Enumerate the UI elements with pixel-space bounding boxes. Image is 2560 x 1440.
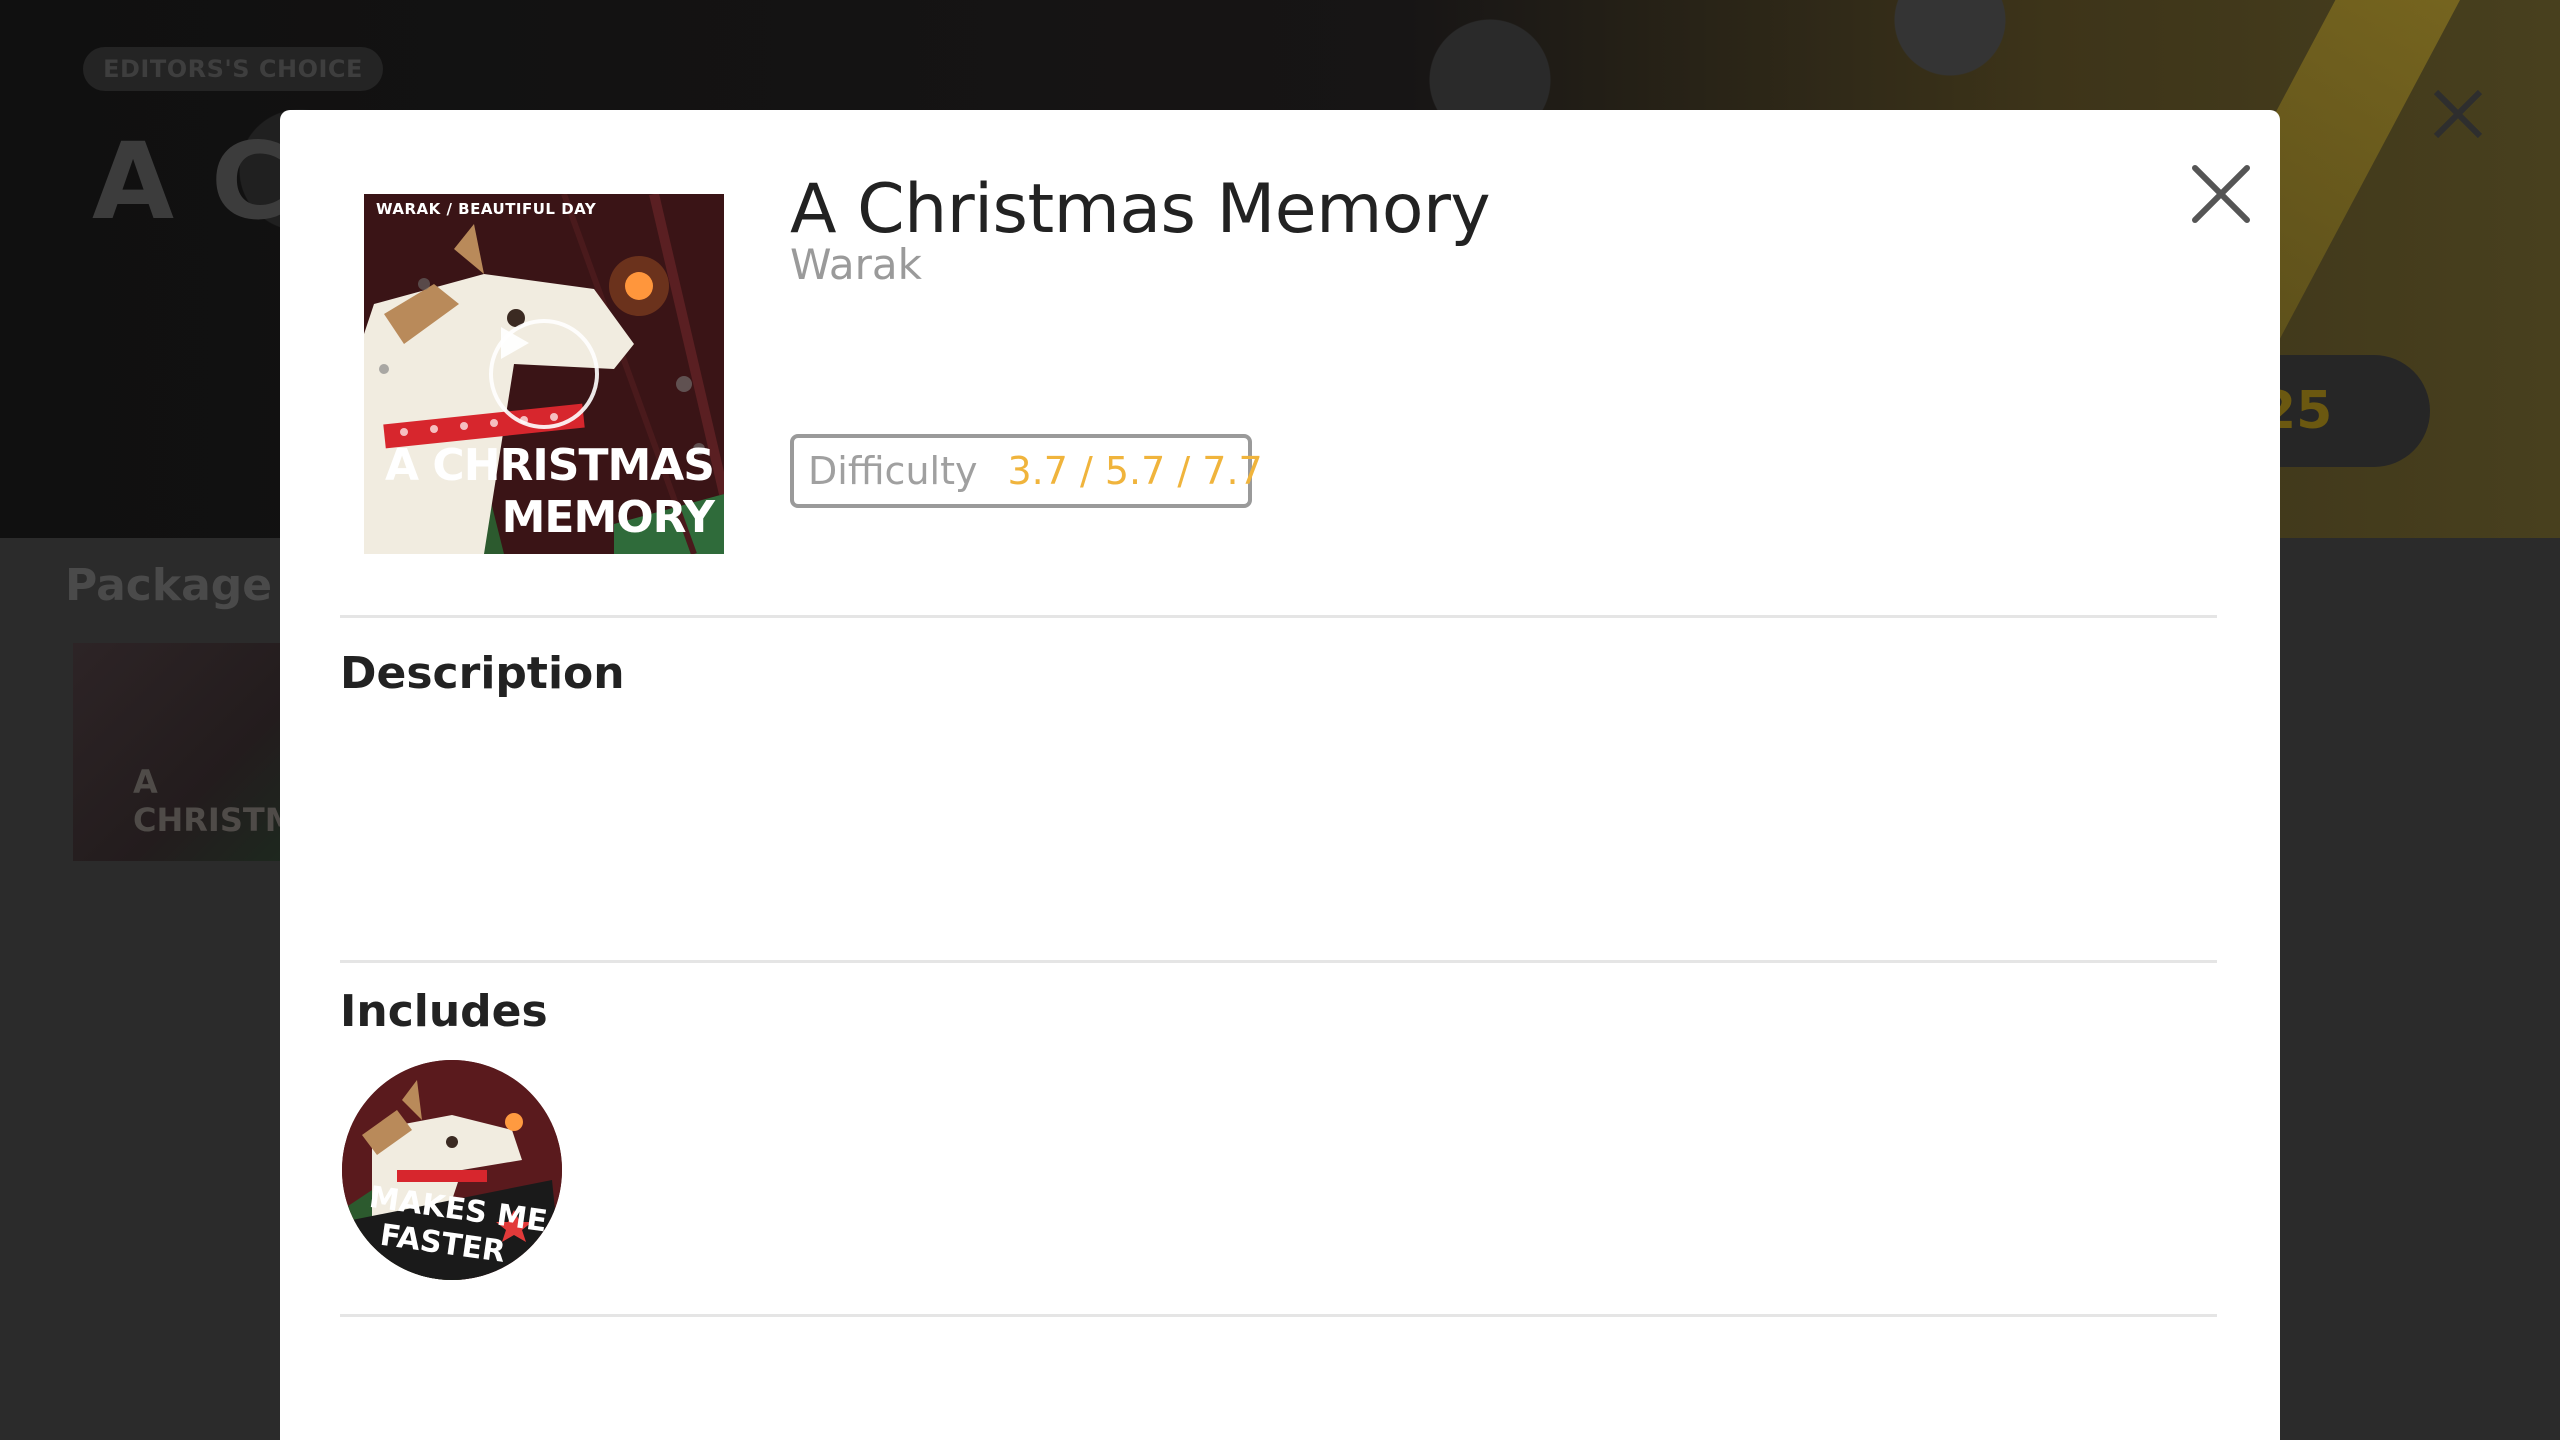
divider [340,1314,2217,1317]
includes-heading: Includes [340,986,548,1037]
description-heading: Description [340,648,625,699]
cover-title-line2: MEMORY [501,492,715,543]
divider [340,960,2217,963]
background-package-thumbnail[interactable]: A CHRISTMA [73,643,313,861]
editors-choice-badge: EDITORS'S CHOICE [83,47,383,91]
play-icon [501,327,529,359]
divider [340,615,2217,618]
song-detail-modal: WARAK / BEAUTIFUL DAY A CHRISTMAS MEMORY… [280,110,2280,1440]
difficulty-box: Difficulty 3.7 / 5.7 / 7.7 [790,434,1263,508]
album-cover: WARAK / BEAUTIFUL DAY A CHRISTMAS MEMORY [364,194,724,554]
cover-title: A CHRISTMAS MEMORY [385,440,715,544]
artist-name: Warak [790,240,922,289]
close-button[interactable] [2177,150,2265,238]
included-badge[interactable]: MAKES ME FASTER [342,1060,562,1280]
cover-title-line1: A CHRISTMAS [385,440,715,491]
cover-caption: WARAK / BEAUTIFUL DAY [376,200,597,218]
difficulty-value: 3.7 / 5.7 / 7.7 [1007,449,1263,493]
close-icon [2192,165,2250,223]
background-close-icon[interactable] [2430,86,2486,142]
difficulty-label: Difficulty [808,449,978,493]
play-preview-button[interactable] [489,319,599,429]
song-title: A Christmas Memory [790,170,1491,249]
